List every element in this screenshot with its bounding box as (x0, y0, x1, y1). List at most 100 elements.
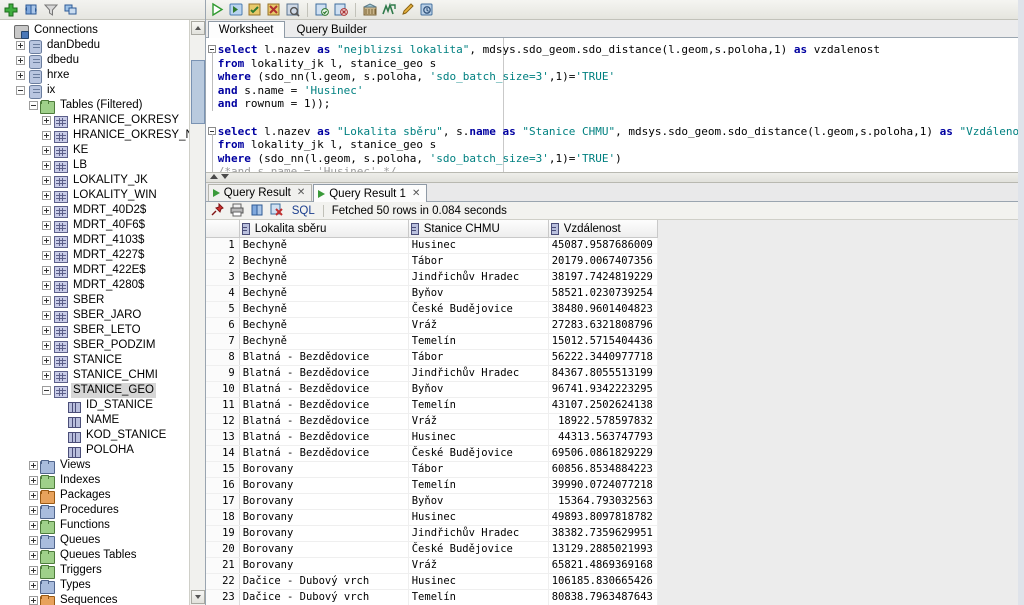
column-header-lokalita[interactable]: Lokalita sběru (239, 220, 409, 238)
table-cell[interactable]: Bechyně (239, 285, 409, 302)
delete-icon[interactable] (270, 203, 286, 218)
table-cell[interactable]: 56222.3440977718 (548, 349, 658, 366)
table-row[interactable]: 21 Borovany Vráž 65821.4869369168 (205, 557, 658, 574)
tree-item-tables-filtered[interactable]: Tables (Filtered) (0, 98, 205, 114)
table-cell[interactable]: 20179.0067407356 (548, 253, 658, 270)
table-row[interactable]: 18 Borovany Husinec 49893.8097818782 (205, 509, 658, 526)
table-row[interactable]: 16 Borovany Temelín 39990.0724077218 (205, 477, 658, 494)
tree-item-lb[interactable]: LB (0, 158, 205, 173)
expand-icon[interactable] (42, 161, 51, 170)
table-cell[interactable]: Blatná - Bezdědovice (239, 445, 409, 462)
expand-icon[interactable] (42, 281, 51, 290)
table-cell[interactable]: Blatná - Bezdědovice (239, 413, 409, 430)
table-cell[interactable]: Jindřichův Hradec (408, 525, 549, 542)
table-cell[interactable]: 106185.830665426 (548, 573, 658, 590)
tree-item-sber-podzim[interactable]: SBER_PODZIM (0, 338, 205, 353)
tree-item-hranice-okresy-no[interactable]: HRANICE_OKRESY_NO (0, 128, 205, 143)
tree-item-sber[interactable]: SBER (0, 293, 205, 308)
tree-item-stanice-chmi[interactable]: STANICE_CHMI (0, 368, 205, 383)
expand-icon[interactable] (16, 41, 25, 50)
scroll-down-button[interactable] (190, 590, 205, 604)
table-row[interactable]: 15 Borovany Tábor 60856.8534884223 (205, 461, 658, 478)
table-cell[interactable]: Borovany (239, 557, 409, 574)
tree-item-functions[interactable]: Functions (0, 518, 205, 534)
tree-item-mdrt-4227[interactable]: MDRT_4227$ (0, 248, 205, 263)
table-cell[interactable]: Bechyně (239, 253, 409, 270)
table-cell[interactable]: Bechyně (239, 301, 409, 318)
table-cell[interactable]: 39990.0724077218 (548, 477, 658, 494)
tree-item-id-stanice[interactable]: ID_STANICE (0, 398, 205, 413)
tree-item-sber-leto[interactable]: SBER_LETO (0, 323, 205, 338)
tree-item-mdrt-4103[interactable]: MDRT_4103$ (0, 233, 205, 248)
close-icon[interactable]: ✕ (412, 186, 420, 202)
tree-item-name[interactable]: NAME (0, 413, 205, 428)
collapse-icon[interactable] (16, 86, 25, 95)
table-row[interactable]: 11 Blatná - Bezdědovice Temelín 43107.25026… (205, 397, 658, 414)
expand-icon[interactable] (42, 221, 51, 230)
sql-code[interactable]: select l.nazev as "nejblizsi lokalita", … (206, 38, 1024, 172)
table-cell[interactable]: Byňov (408, 381, 549, 398)
expand-icon[interactable] (29, 596, 38, 605)
table-cell[interactable]: 38197.7424819229 (548, 269, 658, 286)
table-row[interactable]: 22 Dačice - Dubový vrch Husinec 106185.8306… (205, 573, 658, 590)
table-cell[interactable]: České Budějovice (408, 541, 549, 558)
tree-item-dandbedu[interactable]: danDbedu (0, 38, 205, 54)
table-cell[interactable]: 49893.8097818782 (548, 509, 658, 526)
tree-item-mdrt-422e[interactable]: MDRT_422E$ (0, 263, 205, 278)
table-cell[interactable]: 84367.8055513199 (548, 365, 658, 382)
table-cell[interactable]: Vráž (408, 557, 549, 574)
manage-connections-icon[interactable] (63, 2, 79, 17)
expand-icon[interactable] (16, 71, 25, 80)
tab-query-builder[interactable]: Query Builder (285, 21, 378, 37)
tree-item-kod-stanice[interactable]: KOD_STANICE (0, 428, 205, 443)
sql-history-icon[interactable] (314, 2, 330, 17)
expand-icon[interactable] (42, 356, 51, 365)
table-cell[interactable]: 15364.793032563 (548, 493, 658, 510)
table-row[interactable]: 3 Bechyně Jindřichův Hradec 38197.742481922… (205, 269, 658, 286)
expand-icon[interactable] (42, 266, 51, 275)
table-cell[interactable]: Temelín (408, 333, 549, 350)
table-cell[interactable]: České Budějovice (408, 301, 549, 318)
expand-icon[interactable] (16, 56, 25, 65)
table-row[interactable]: 1 Bechyně Husinec 45087.9587686009 (205, 237, 658, 254)
refresh-icon[interactable] (250, 203, 266, 218)
table-row[interactable]: 9 Blatná - Bezdědovice Jindřichův Hradec 84… (205, 365, 658, 382)
table-cell[interactable]: Husinec (408, 509, 549, 526)
table-cell[interactable]: 38480.9601404823 (548, 301, 658, 318)
table-cell[interactable]: Vráž (408, 317, 549, 334)
splitter-down-arrow[interactable] (220, 174, 229, 179)
table-row[interactable]: 7 Bechyně Temelín 15012.5715404436 (205, 333, 658, 350)
tree-item-sequences[interactable]: Sequences (0, 593, 205, 605)
table-cell[interactable]: Husinec (408, 429, 549, 446)
table-cell[interactable]: Dačice - Dubový vrch (239, 589, 409, 605)
expand-icon[interactable] (42, 176, 51, 185)
table-cell[interactable]: 96741.9342223295 (548, 381, 658, 398)
table-row[interactable]: 2 Bechyně Tábor 20179.0067407356 (205, 253, 658, 270)
tree-item-sber-jaro[interactable]: SBER_JARO (0, 308, 205, 323)
table-row[interactable]: 19 Borovany Jindřichův Hradec 38382.7359629… (205, 525, 658, 542)
table-cell[interactable]: Borovany (239, 493, 409, 510)
tree-item-hrxe[interactable]: hrxe (0, 68, 205, 84)
table-cell[interactable]: Bechyně (239, 317, 409, 334)
tab-query-result[interactable]: Query Result ✕ (207, 184, 313, 201)
expand-icon[interactable] (42, 116, 51, 125)
expand-icon[interactable] (29, 491, 38, 500)
clear-worksheet-icon[interactable] (400, 2, 416, 17)
table-row[interactable]: 10 Blatná - Bezdědovice Byňov 96741.9342223… (205, 381, 658, 398)
sql-editor[interactable]: select l.nazev as "nejblizsi lokalita", … (205, 38, 1024, 173)
results-table[interactable]: Lokalita sběru Stanice CHMU Vzdálenost 1… (205, 220, 658, 605)
expand-icon[interactable] (29, 506, 38, 515)
worksheet-tabbar[interactable]: Worksheet Query Builder (205, 20, 1024, 38)
table-cell[interactable]: Vráž (408, 413, 549, 430)
table-cell[interactable]: Jindřichův Hradec (408, 269, 549, 286)
expand-icon[interactable] (42, 326, 51, 335)
table-cell[interactable]: Tábor (408, 461, 549, 478)
close-icon[interactable]: ✕ (297, 185, 305, 201)
table-cell[interactable]: 13129.2885021993 (548, 541, 658, 558)
expand-icon[interactable] (42, 146, 51, 155)
expand-icon[interactable] (42, 206, 51, 215)
rollback-icon[interactable] (266, 2, 282, 17)
table-cell[interactable]: 80838.7963487643 (548, 589, 658, 605)
tree-item-views[interactable]: Views (0, 458, 205, 474)
collapse-icon[interactable] (42, 386, 51, 395)
